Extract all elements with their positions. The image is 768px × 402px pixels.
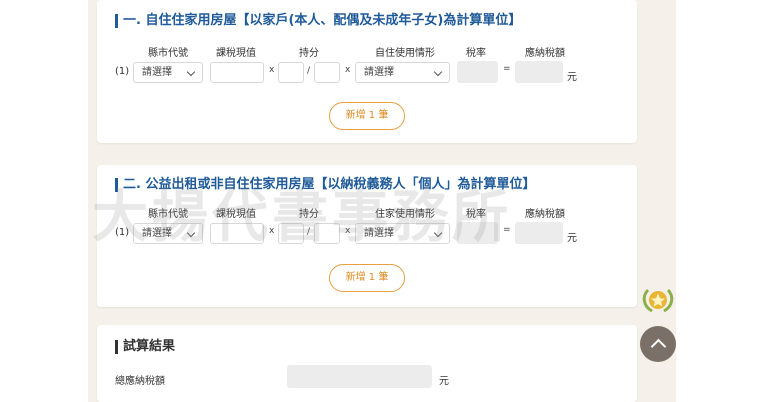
chevron-up-icon — [650, 338, 667, 355]
multiply-sign: x — [345, 65, 351, 75]
usage-select[interactable]: 請選擇 — [355, 223, 450, 244]
column-header-county: 縣市代號 — [148, 209, 188, 220]
divide-slash: / — [307, 227, 311, 237]
column-header-tax-rate: 稅率 — [466, 209, 486, 220]
assessed-value-input[interactable] — [210, 62, 264, 83]
column-header-tax-rate: 稅率 — [466, 48, 486, 59]
column-header-county: 縣市代號 — [148, 48, 188, 59]
column-header-share: 持分 — [299, 209, 319, 220]
share-denominator-input[interactable] — [314, 223, 340, 244]
owner-occupied-section: 一. 自住住家用房屋【以家戶(本人、配偶及未成年子女)為計算單位】 縣市代號 課… — [97, 0, 637, 143]
assessed-value-input[interactable] — [210, 223, 264, 244]
chevron-down-icon — [186, 228, 196, 238]
share-numerator-input[interactable] — [278, 223, 304, 244]
tax-rate-field — [457, 61, 498, 83]
multiply-sign: x — [269, 65, 275, 75]
tax-due-field — [515, 222, 563, 244]
select-value: 請選擇 — [142, 228, 172, 239]
tax-due-field — [515, 61, 563, 83]
section-title: 二. 公益出租或非自住住家用房屋【以納稅義務人「個人」為計算單位】 — [115, 178, 535, 192]
rental-non-owner-section: 二. 公益出租或非自住住家用房屋【以納稅義務人「個人」為計算單位】 縣市代號 課… — [97, 165, 637, 307]
star-laurel-icon[interactable] — [640, 284, 676, 316]
column-header-usage: 自住使用情形 — [375, 48, 435, 59]
multiply-sign: x — [345, 226, 351, 236]
select-value: 請選擇 — [364, 67, 394, 78]
tax-rate-field — [457, 222, 498, 244]
equals-sign: = — [503, 225, 511, 235]
column-header-tax-due: 應納稅額 — [525, 48, 565, 59]
row-index: (1) — [115, 227, 130, 238]
section-title: 一. 自住住家用房屋【以家戶(本人、配偶及未成年子女)為計算單位】 — [115, 14, 521, 28]
multiply-sign: x — [269, 226, 275, 236]
column-header-usage: 住家使用情形 — [375, 209, 435, 220]
usage-select[interactable]: 請選擇 — [355, 62, 450, 83]
select-value: 請選擇 — [364, 228, 394, 239]
share-denominator-input[interactable] — [314, 62, 340, 83]
row-index: (1) — [115, 66, 130, 77]
section-title: 試算結果 — [115, 340, 175, 354]
currency-unit: 元 — [439, 376, 449, 387]
scroll-to-top-button[interactable] — [640, 326, 676, 362]
chevron-down-icon — [433, 67, 443, 77]
chevron-down-icon — [186, 67, 196, 77]
select-value: 請選擇 — [142, 67, 172, 78]
total-tax-field — [287, 365, 432, 388]
result-section: 試算結果 總應納稅額 元 — [97, 325, 637, 402]
divide-slash: / — [307, 66, 311, 76]
column-header-tax-due: 應納稅額 — [525, 209, 565, 220]
share-numerator-input[interactable] — [278, 62, 304, 83]
column-header-assessed-value: 課稅現值 — [216, 209, 256, 220]
currency-unit: 元 — [567, 233, 577, 244]
add-row-button[interactable]: 新增 1 筆 — [329, 264, 405, 292]
column-header-assessed-value: 課稅現值 — [216, 48, 256, 59]
add-row-button[interactable]: 新增 1 筆 — [329, 102, 405, 130]
chevron-down-icon — [433, 228, 443, 238]
total-tax-label: 總應納稅額 — [115, 376, 165, 387]
county-select[interactable]: 請選擇 — [133, 62, 203, 83]
county-select[interactable]: 請選擇 — [133, 223, 203, 244]
currency-unit: 元 — [567, 72, 577, 83]
equals-sign: = — [503, 64, 511, 74]
column-header-share: 持分 — [299, 48, 319, 59]
